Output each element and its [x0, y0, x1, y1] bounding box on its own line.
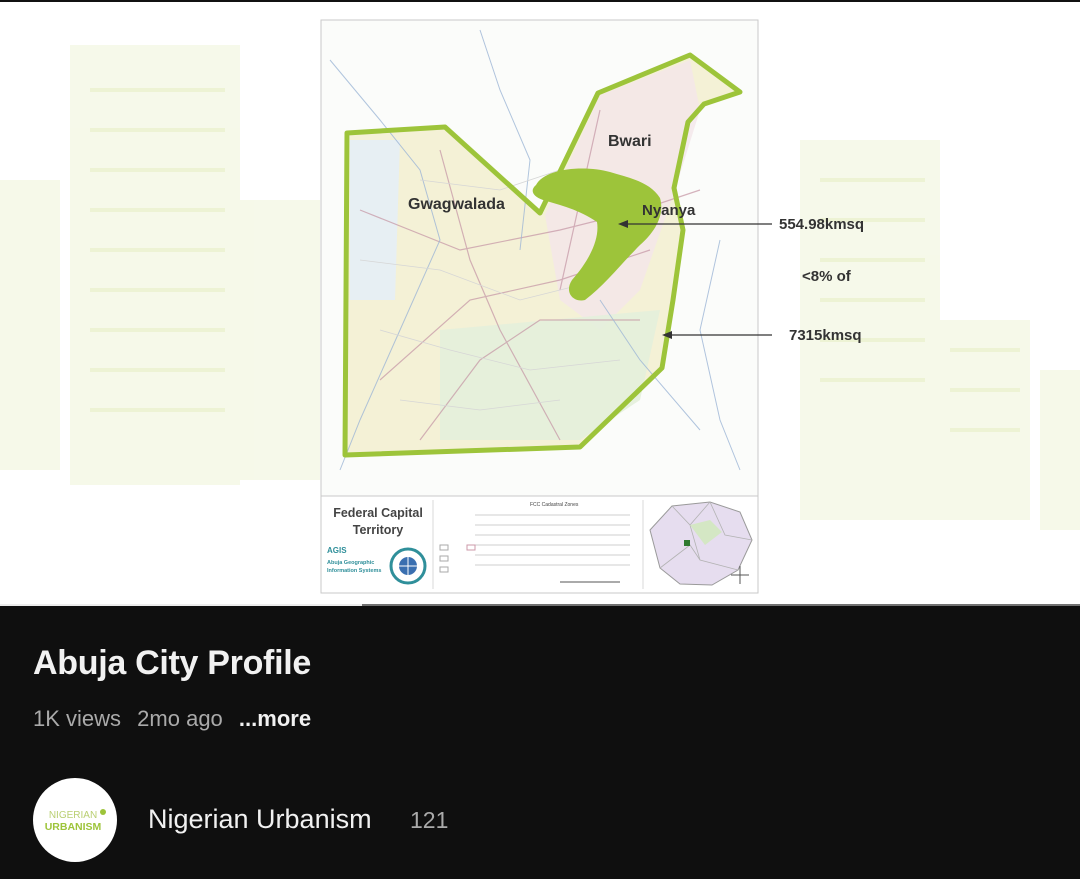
video-title: Abuja City Profile	[33, 644, 311, 682]
video-meta: 1K views 2mo ago ...more	[33, 706, 321, 732]
channel-name[interactable]: Nigerian Urbanism	[148, 804, 372, 835]
annotation-city-area: 554.98kmsq	[779, 216, 864, 233]
subscriber-count: 121	[410, 807, 449, 833]
zones-heading: FCC Cadastral Zones	[530, 502, 579, 508]
map-label-nyanya: Nyanya	[642, 202, 696, 219]
map-label-gwagwalada: Gwagwalada	[408, 196, 505, 213]
legend-title-line1: Federal Capital	[333, 506, 423, 520]
more-button[interactable]: ...more	[239, 706, 311, 731]
logo-leaf-icon	[100, 809, 106, 815]
agis-logo: AGIS	[327, 546, 347, 555]
progress-bar-fill	[0, 604, 362, 606]
agis-line1: Abuja Geographic	[327, 560, 374, 566]
annotation-ratio: <8% of	[802, 268, 852, 285]
avatar-line2: URBANISM	[45, 821, 102, 833]
progress-bar[interactable]	[0, 604, 1080, 606]
annotation-territory-area: 7315kmsq	[789, 327, 862, 344]
view-count: 1K views	[33, 706, 122, 731]
map-label-bwari: Bwari	[608, 133, 652, 150]
upload-age: 2mo ago	[137, 706, 223, 731]
agis-line2: Information Systems	[327, 568, 381, 574]
channel-avatar[interactable]: NIGERIAN URBANISM	[33, 778, 117, 862]
avatar-line1: NIGERIAN	[49, 810, 97, 821]
video-frame: Bwari Gwagwalada Nyanya 554.98kmsq <8% o…	[0, 19, 1080, 594]
channel-logo: NIGERIAN URBANISM	[45, 809, 106, 833]
video-player[interactable]: Bwari Gwagwalada Nyanya 554.98kmsq <8% o…	[0, 0, 1080, 606]
legend-title-line2: Territory	[353, 523, 404, 537]
